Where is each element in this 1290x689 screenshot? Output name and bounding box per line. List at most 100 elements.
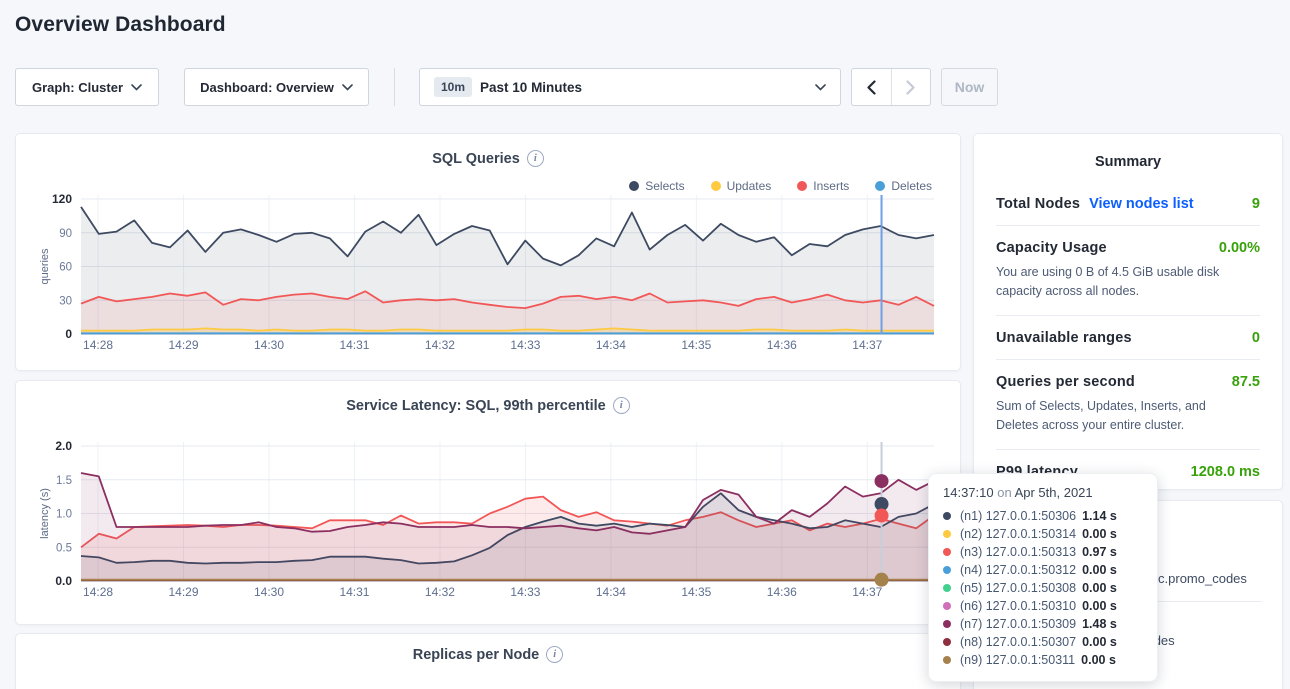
svg-text:14:30: 14:30	[254, 338, 284, 352]
summary-label: Capacity Usage	[996, 240, 1107, 256]
summary-value: 87.5	[1232, 374, 1260, 390]
tooltip-node-value: 0.00 s	[1082, 563, 1117, 577]
sql-queries-card: SQL Queries i SelectsUpdatesInsertsDelet…	[15, 133, 961, 371]
svg-text:0.0: 0.0	[55, 574, 72, 588]
chevron-left-icon	[867, 80, 876, 95]
tooltip-node-label: (n1) 127.0.0.1:50306	[960, 509, 1076, 523]
summary-card: Summary Total NodesView nodes list9Capac…	[973, 133, 1283, 490]
svg-text:14:35: 14:35	[681, 585, 711, 599]
summary-row: Queries per second 87.5 Sum of Selects, Up…	[996, 360, 1260, 450]
node-color-dot	[943, 656, 951, 664]
tooltip-node-value: 0.00 s	[1082, 635, 1117, 649]
svg-text:14:32: 14:32	[425, 338, 455, 352]
tooltip-row: (n1) 127.0.0.1:50306 1.14 s	[943, 507, 1143, 525]
chevron-down-icon	[131, 84, 142, 91]
tooltip-node-value: 1.14 s	[1082, 509, 1117, 523]
tooltip-row: (n4) 127.0.0.1:50312 0.00 s	[943, 561, 1143, 579]
tooltip-node-value: 0.97 s	[1082, 545, 1117, 559]
summary-title: Summary	[974, 154, 1282, 170]
svg-text:1.0: 1.0	[56, 509, 72, 521]
tooltip-row: (n9) 127.0.0.1:503110.00 s	[943, 651, 1143, 669]
svg-text:14:36: 14:36	[767, 338, 797, 352]
info-icon[interactable]: i	[546, 646, 563, 663]
time-range-label: Past 10 Minutes	[480, 80, 582, 95]
svg-text:latency (s): latency (s)	[39, 488, 51, 539]
node-color-dot	[943, 584, 951, 592]
svg-text:2.0: 2.0	[55, 439, 72, 453]
svg-text:14:28: 14:28	[83, 585, 113, 599]
summary-row: Total NodesView nodes list9	[996, 182, 1260, 226]
svg-text:14:35: 14:35	[681, 338, 711, 352]
sql-queries-chart[interactable]: 030609012014:2814:2914:3014:3114:3214:33…	[36, 189, 942, 357]
summary-value: 9	[1252, 196, 1260, 212]
svg-text:14:30: 14:30	[254, 585, 284, 599]
svg-text:14:33: 14:33	[510, 338, 540, 352]
service-latency-title: Service Latency: SQL, 99th percentile	[346, 398, 606, 414]
svg-text:60: 60	[59, 262, 72, 274]
summary-value: 0.00%	[1219, 240, 1260, 256]
tooltip-node-value: 0.00 s	[1082, 581, 1117, 595]
info-icon[interactable]: i	[613, 397, 630, 414]
svg-text:14:31: 14:31	[339, 338, 369, 352]
tooltip-row: (n8) 127.0.0.1:50307 0.00 s	[943, 633, 1143, 651]
tooltip-node-label: (n9) 127.0.0.1:50311	[960, 653, 1075, 667]
node-color-dot	[943, 620, 951, 628]
chevron-down-icon	[815, 84, 826, 91]
chevron-right-icon	[906, 80, 915, 95]
svg-text:14:28: 14:28	[83, 338, 113, 352]
svg-text:14:31: 14:31	[339, 585, 369, 599]
replicas-per-node-card: Replicas per Node i	[15, 633, 961, 689]
now-button-label: Now	[955, 79, 985, 95]
summary-desc: Sum of Selects, Updates, Inserts, and De…	[996, 397, 1246, 436]
page-title: Overview Dashboard	[15, 13, 226, 37]
time-next-button[interactable]	[892, 69, 931, 105]
graph-dropdown[interactable]: Graph: Cluster	[15, 68, 159, 106]
svg-text:14:34: 14:34	[596, 338, 626, 352]
time-prev-button[interactable]	[852, 69, 892, 105]
summary-label: Queries per second	[996, 374, 1135, 390]
tooltip-node-label: (n4) 127.0.0.1:50312	[960, 563, 1076, 577]
tooltip-row: (n2) 127.0.0.1:503140.00 s	[943, 525, 1143, 543]
svg-text:14:29: 14:29	[169, 585, 199, 599]
tooltip-node-value: 1.48 s	[1082, 617, 1117, 631]
svg-text:14:37: 14:37	[852, 585, 882, 599]
tooltip-node-value: 0.00 s	[1082, 527, 1117, 541]
controls-divider	[394, 68, 395, 106]
now-button[interactable]: Now	[941, 68, 998, 106]
time-nav-buttons	[851, 68, 931, 106]
dashboard-dropdown[interactable]: Dashboard: Overview	[184, 68, 369, 106]
summary-label: Unavailable ranges	[996, 330, 1132, 346]
svg-text:14:32: 14:32	[425, 585, 455, 599]
chevron-down-icon	[342, 84, 353, 91]
tooltip-node-label: (n5) 127.0.0.1:50308	[960, 581, 1076, 595]
svg-text:0.5: 0.5	[56, 542, 72, 554]
tooltip-time: 14:37:10	[943, 485, 994, 500]
service-latency-chart[interactable]: 0.0 0.5 1.0 1.5 2.0 14:28 14:29 14:30 14:31 14:32…	[36, 436, 942, 604]
tooltip-row: (n7) 127.0.0.1:503091.48 s	[943, 615, 1143, 633]
tooltip-node-label: (n8) 127.0.0.1:50307	[960, 635, 1076, 649]
time-range-badge: 10m	[434, 77, 472, 97]
view-nodes-list-link[interactable]: View nodes list	[1089, 196, 1194, 212]
svg-text:14:29: 14:29	[169, 338, 199, 352]
replicas-per-node-title: Replicas per Node	[413, 647, 540, 663]
time-range-picker[interactable]: 10m Past 10 Minutes	[419, 68, 841, 106]
tooltip-node-label: (n6) 127.0.0.1:50310	[960, 599, 1076, 613]
node-color-dot	[943, 566, 951, 574]
summary-row: Unavailable ranges 0	[996, 316, 1260, 360]
tooltip-node-label: (n3) 127.0.0.1:50313	[960, 545, 1076, 559]
summary-rows: Total NodesView nodes list9Capacity Usag…	[974, 170, 1282, 493]
tooltip-rows: (n1) 127.0.0.1:50306 1.14 s (n2) 127.0.0.1…	[943, 507, 1143, 669]
svg-text:1.5: 1.5	[56, 475, 72, 487]
graph-dropdown-label: Graph: Cluster	[32, 80, 123, 95]
service-latency-card: Service Latency: SQL, 99th percentile i …	[15, 380, 961, 625]
svg-text:120: 120	[52, 192, 72, 206]
svg-text:14:34: 14:34	[596, 585, 626, 599]
tooltip-timestamp: 14:37:10 on Apr 5th, 2021	[943, 485, 1143, 500]
node-color-dot	[943, 602, 951, 610]
chart-hover-tooltip: 14:37:10 on Apr 5th, 2021 (n1) 127.0.0.1…	[928, 473, 1158, 682]
svg-text:14:36: 14:36	[767, 585, 797, 599]
summary-value: 0	[1252, 330, 1260, 346]
tooltip-row: (n5) 127.0.0.1:50308 0.00 s	[943, 579, 1143, 597]
tooltip-row: (n3) 127.0.0.1:50313 0.97 s	[943, 543, 1143, 561]
info-icon[interactable]: i	[527, 150, 544, 167]
